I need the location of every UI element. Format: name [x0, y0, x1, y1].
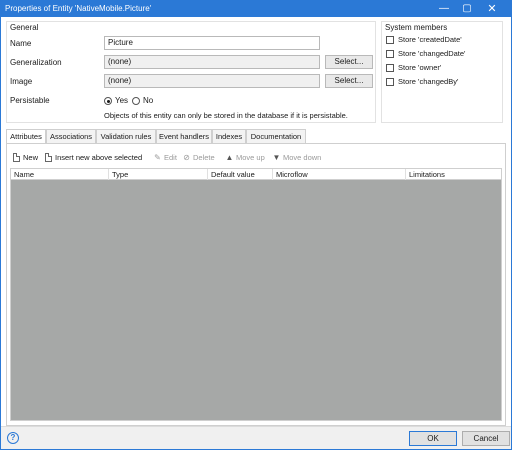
column-header-microflow[interactable]: Microflow	[273, 169, 406, 180]
store-owner-checkbox[interactable]	[386, 64, 394, 72]
move-up-button[interactable]: ▲ Move up	[225, 152, 265, 164]
pencil-icon: ✎	[154, 153, 161, 162]
close-icon[interactable]: ✕	[481, 1, 503, 17]
attributes-panel: New Insert new above selected ✎ Edit ⊘ Del…	[6, 143, 506, 426]
attributes-toolbar: New Insert new above selected ✎ Edit ⊘ Del…	[11, 152, 501, 164]
general-group-title: General	[10, 23, 39, 32]
store-changed-date-checkbox[interactable]	[386, 50, 394, 58]
name-label: Name	[10, 39, 32, 48]
image-select-button[interactable]: Select...	[325, 74, 373, 88]
move-down-button[interactable]: ▼ Move down	[272, 152, 322, 164]
column-header-default-value[interactable]: Default value	[208, 169, 273, 180]
image-field: (none)	[104, 74, 320, 88]
window-title: Properties of Entity 'NativeMobile.Pictu…	[5, 4, 152, 13]
title-bar[interactable]: Properties of Entity 'NativeMobile.Pictu…	[1, 1, 511, 17]
column-header-limitations[interactable]: Limitations	[406, 169, 501, 180]
persistable-yes-label: Yes	[115, 96, 129, 105]
name-input[interactable]: Picture	[104, 36, 320, 50]
arrow-up-icon: ▲	[225, 153, 234, 162]
store-changed-by-checkbox[interactable]	[386, 78, 394, 86]
new-button[interactable]: New	[13, 152, 38, 164]
help-icon[interactable]: ?	[7, 432, 19, 444]
delete-button[interactable]: ⊘ Delete	[182, 152, 215, 164]
store-owner-label: Store 'owner'	[398, 63, 442, 72]
generalization-label: Generalization	[10, 58, 62, 67]
grid-header: Name Type Default value Microflow Limita…	[11, 169, 501, 180]
column-header-type[interactable]: Type	[109, 169, 208, 180]
persistable-yes-radio[interactable]	[104, 97, 112, 105]
tab-strip: Attributes Associations Validation rules…	[6, 129, 506, 144]
store-created-date-label: Store 'createdDate'	[398, 35, 462, 44]
persistable-no-radio[interactable]	[132, 97, 140, 105]
store-changed-by-label: Store 'changedBy'	[398, 77, 459, 86]
insert-document-icon	[45, 153, 52, 162]
image-label: Image	[10, 77, 33, 86]
store-changed-date-label: Store 'changedDate'	[398, 49, 466, 58]
cancel-button[interactable]: Cancel	[462, 431, 510, 446]
system-members-group: System members Store 'createdDate' Store…	[381, 21, 503, 123]
arrow-down-icon: ▼	[272, 153, 281, 162]
insert-new-above-button[interactable]: Insert new above selected	[45, 152, 142, 164]
persistable-note: Objects of this entity can only be store…	[104, 111, 348, 120]
ok-button[interactable]: OK	[409, 431, 457, 446]
delete-icon: ⊘	[183, 153, 190, 162]
tab-validation-rules[interactable]: Validation rules	[96, 129, 156, 143]
tab-associations[interactable]: Associations	[46, 129, 96, 143]
persistable-label: Persistable	[10, 96, 50, 105]
properties-dialog: Properties of Entity 'NativeMobile.Pictu…	[0, 0, 512, 450]
new-document-icon	[13, 153, 20, 162]
minimize-icon[interactable]: —	[433, 1, 455, 17]
maximize-icon[interactable]: ▢	[456, 1, 478, 17]
system-members-title: System members	[385, 23, 448, 32]
general-group: General Name Picture Generalization (non…	[6, 21, 376, 123]
tab-attributes[interactable]: Attributes	[6, 129, 46, 144]
dialog-footer: ? OK Cancel	[1, 426, 511, 449]
edit-button[interactable]: ✎ Edit	[153, 152, 177, 164]
tab-documentation[interactable]: Documentation	[246, 129, 306, 143]
persistable-no-label: No	[143, 96, 154, 105]
generalization-field: (none)	[104, 55, 320, 69]
generalization-select-button[interactable]: Select...	[325, 55, 373, 69]
tab-indexes[interactable]: Indexes	[212, 129, 246, 143]
column-header-name[interactable]: Name	[11, 169, 109, 180]
tab-event-handlers[interactable]: Event handlers	[156, 129, 212, 143]
attributes-grid[interactable]: Name Type Default value Microflow Limita…	[10, 168, 502, 421]
grid-body-empty[interactable]	[11, 180, 501, 420]
store-created-date-checkbox[interactable]	[386, 36, 394, 44]
